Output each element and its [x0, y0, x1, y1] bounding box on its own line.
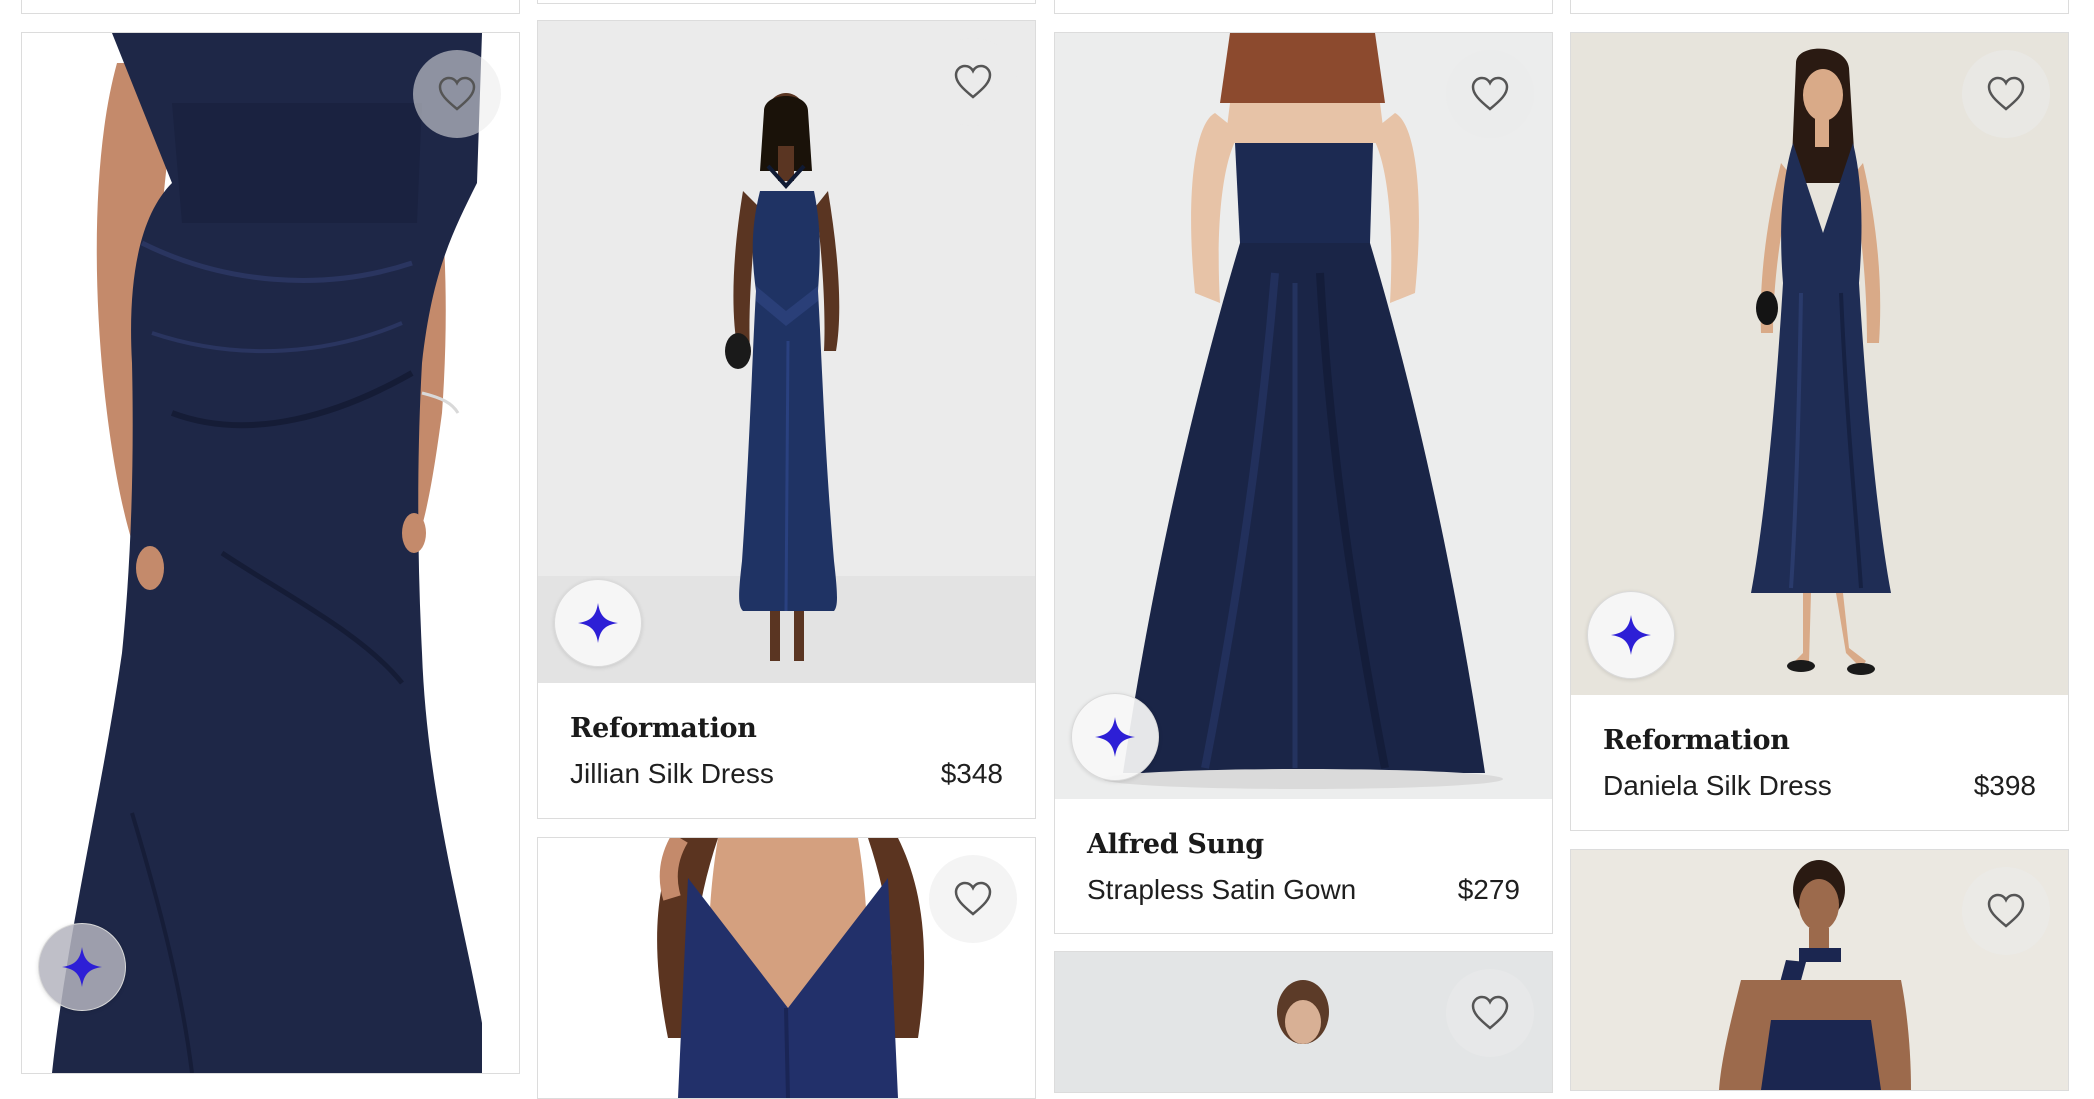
product-info[interactable]: Alfred Sung Strapless Satin Gown $279 [1055, 799, 1552, 933]
product-card-strapless-gown[interactable]: Alfred Sung Strapless Satin Gown $279 [1054, 32, 1553, 934]
product-card-partial-top[interactable] [537, 0, 1036, 4]
ai-style-button[interactable] [554, 579, 642, 667]
product-name: Strapless Satin Gown [1087, 874, 1357, 905]
product-card-mermaid-gown[interactable] [21, 32, 520, 1074]
product-image[interactable] [538, 838, 1035, 1098]
favorite-button[interactable] [413, 50, 501, 138]
heart-outline-icon [954, 881, 992, 917]
product-price: $279 [1457, 874, 1520, 905]
product-card-vneck-satin[interactable] [537, 837, 1036, 1099]
product-image[interactable] [22, 33, 519, 1073]
product-info[interactable]: Reformation Daniela Silk Dress $398 [1571, 695, 2068, 829]
favorite-button[interactable] [929, 38, 1017, 126]
heart-outline-icon [1987, 76, 2025, 112]
product-card-daniela[interactable]: Reformation Daniela Silk Dress $398 [1570, 32, 2069, 831]
product-card-partial-top[interactable] [1054, 0, 1553, 14]
product-name: Daniela Silk Dress [1603, 770, 1832, 801]
favorite-button[interactable] [1962, 50, 2050, 138]
favorite-button[interactable] [1446, 969, 1534, 1057]
ai-style-button[interactable] [1071, 693, 1159, 781]
product-price: $348 [940, 758, 1003, 789]
sparkle-icon [1095, 717, 1135, 757]
product-image[interactable] [1571, 850, 2068, 1090]
product-image[interactable] [1571, 33, 2068, 695]
product-image[interactable] [1055, 952, 1552, 1092]
product-card-partial-top[interactable] [21, 0, 520, 14]
heart-outline-icon [1987, 893, 2025, 929]
product-price: $398 [1973, 770, 2036, 801]
product-brand: Reformation [570, 713, 757, 744]
product-card-partial-top[interactable] [1570, 0, 2069, 14]
product-brand: Reformation [1603, 725, 1790, 756]
product-card-scarf-neck[interactable] [1570, 849, 2069, 1091]
product-name: Jillian Silk Dress [570, 758, 774, 789]
heart-outline-icon [1471, 995, 1509, 1031]
dress-photo [1055, 33, 1552, 799]
favorite-button[interactable] [1446, 50, 1534, 138]
ai-style-button[interactable] [38, 923, 126, 1011]
product-card-jillian[interactable]: Reformation Jillian Silk Dress $348 [537, 20, 1036, 819]
sparkle-icon [1611, 615, 1651, 655]
sparkle-icon [578, 603, 618, 643]
product-image[interactable] [538, 21, 1035, 683]
heart-outline-icon [954, 64, 992, 100]
favorite-button[interactable] [929, 855, 1017, 943]
ai-style-button[interactable] [1587, 591, 1675, 679]
product-card-partial-bottom[interactable] [1054, 951, 1553, 1093]
product-info[interactable]: Reformation Jillian Silk Dress $348 [538, 683, 1035, 817]
sparkle-icon [62, 947, 102, 987]
heart-outline-icon [1471, 76, 1509, 112]
product-brand: Alfred Sung [1087, 829, 1264, 860]
favorite-button[interactable] [1962, 867, 2050, 955]
dress-photo [22, 33, 519, 1073]
product-image[interactable] [1055, 33, 1552, 799]
heart-outline-icon [438, 76, 476, 112]
